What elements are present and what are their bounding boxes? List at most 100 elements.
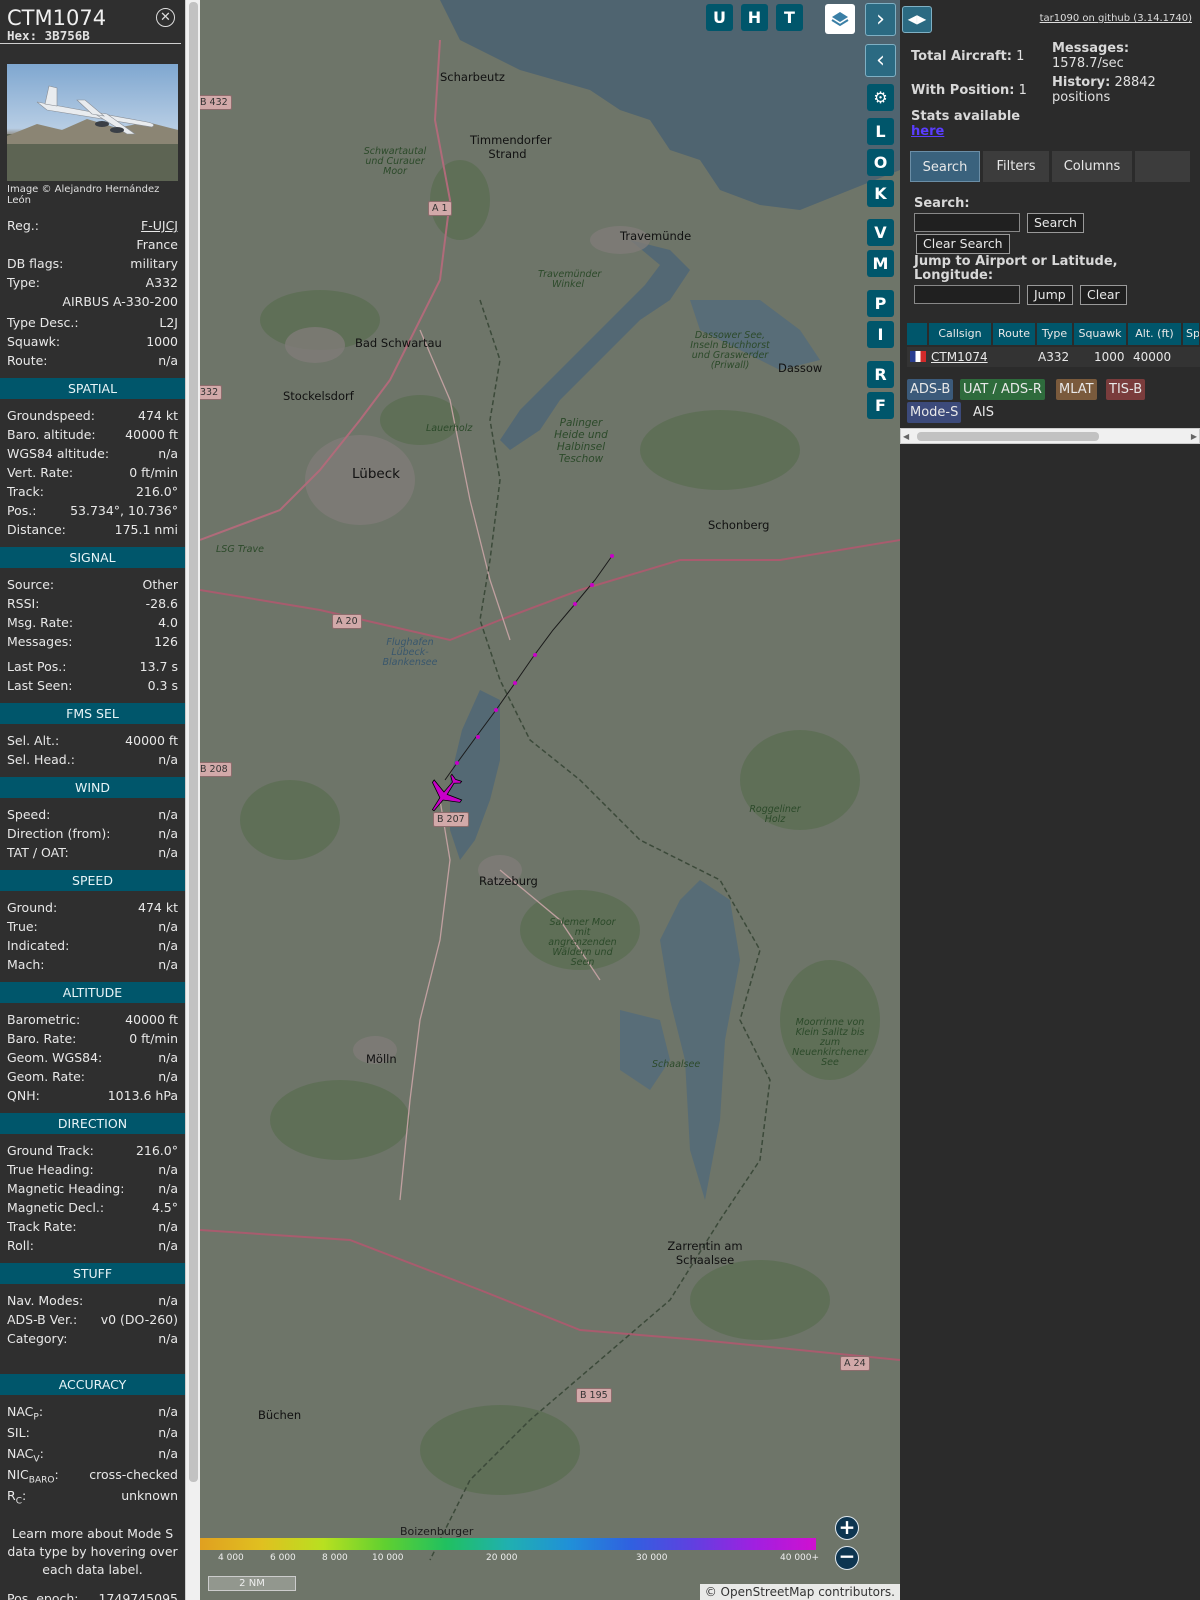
detail-row-value: n/a xyxy=(158,1050,178,1065)
map-view[interactable]: Scharbeutz Timmendorfer Strand Travemünd… xyxy=(200,0,900,1600)
detail-row-spatial: Track: 216.0° xyxy=(0,482,185,501)
detail-row-value: n/a xyxy=(158,1425,178,1440)
detail-row-altitude: Barometric: 40000 ft xyxy=(0,1010,185,1029)
left-panel-scrollbar[interactable] xyxy=(185,0,200,1600)
detail-row-value: unknown xyxy=(121,1488,178,1503)
search-input[interactable] xyxy=(914,213,1020,232)
tab-empty-space xyxy=(1135,151,1190,182)
aircraft-marker-icon[interactable] xyxy=(425,772,465,816)
toggle-P-button[interactable]: P xyxy=(867,290,894,317)
scale-tick-label: 10 000 xyxy=(372,1553,404,1563)
altitude-color-scale xyxy=(200,1538,816,1550)
toggle-T-button[interactable]: T xyxy=(776,4,803,31)
table-header-speed[interactable]: Spd xyxy=(1183,323,1200,345)
toggle-K-button[interactable]: K xyxy=(867,180,894,207)
toggle-F-button[interactable]: F xyxy=(867,392,894,419)
github-link[interactable]: tar1090 on github (3.14.1740) xyxy=(1040,13,1192,24)
detail-row-speed: Ground: 474 kt xyxy=(0,898,185,917)
detail-row-label: Last Seen: xyxy=(7,678,73,693)
tab-search[interactable]: Search xyxy=(910,151,980,182)
detail-row-signal: Last Pos.: 13.7 s xyxy=(0,657,185,676)
reg-link[interactable]: F-UJCJ xyxy=(141,216,178,235)
flag-france-icon xyxy=(910,351,926,362)
zoom-out-icon[interactable]: − xyxy=(835,1546,859,1570)
section-header-signal: SIGNAL xyxy=(0,547,185,568)
settings-gear-icon[interactable]: ⚙ xyxy=(867,84,894,111)
clear-search-button[interactable]: Clear Search xyxy=(916,234,1010,254)
search-button[interactable]: Search xyxy=(1027,213,1084,233)
detail-row-value: n/a xyxy=(158,1331,178,1346)
detail-row-label: QNH: xyxy=(7,1088,40,1103)
detail-row-value: 474 kt xyxy=(138,408,178,423)
row-callsign-link[interactable]: CTM1074 xyxy=(931,347,988,367)
toggle-U-button[interactable]: U xyxy=(706,4,733,31)
detail-row-altitude: Geom. Rate: n/a xyxy=(0,1067,185,1086)
detail-row-label: Last Pos.: xyxy=(7,659,67,674)
table-header-type[interactable]: Type xyxy=(1037,323,1073,345)
aircraft-list-panel: ◀▶ tar1090 on github (3.14.1740) Total A… xyxy=(900,0,1200,1600)
table-header-route[interactable]: Route xyxy=(993,323,1036,345)
scale-bar: 2 NM xyxy=(208,1576,296,1591)
next-aircraft-button[interactable]: › xyxy=(865,3,896,36)
detail-row-label: Indicated: xyxy=(7,938,70,953)
town-label: Bad Schwartau xyxy=(355,336,442,350)
detail-row-value: n/a xyxy=(158,1162,178,1177)
zoom-in-icon[interactable]: + xyxy=(835,1516,859,1540)
section-header-wind: WIND xyxy=(0,777,185,798)
table-horizontal-scrollbar[interactable]: ◀ ▶ xyxy=(900,428,1200,444)
jump-input[interactable] xyxy=(914,285,1020,304)
collapse-toggle-icon[interactable]: ◀▶ xyxy=(902,6,932,33)
detail-row-label: Mach: xyxy=(7,957,45,972)
table-header-callsign[interactable]: Callsign xyxy=(929,323,992,345)
toggle-M-button[interactable]: M xyxy=(867,250,894,277)
detail-row-accuracy: NICBARO: cross-checked xyxy=(0,1465,185,1486)
detail-row-value: 0 ft/min xyxy=(129,465,178,480)
detail-row-value: n/a xyxy=(158,826,178,841)
type-full-row: AIRBUS A-330-200 xyxy=(62,294,178,309)
toggle-O-button[interactable]: O xyxy=(867,149,894,176)
with-position-stat: With Position: 1 xyxy=(911,83,1027,98)
detail-row-value: 4.5° xyxy=(151,1200,178,1215)
aircraft-photo[interactable] xyxy=(7,64,178,181)
road-label: B 195 xyxy=(576,1388,612,1403)
detail-row-value: 0.3 s xyxy=(147,678,178,693)
detail-row-value: 13.7 s xyxy=(139,659,178,674)
detail-row-value: n/a xyxy=(158,1181,178,1196)
detail-row-spatial: Vert. Rate: 0 ft/min xyxy=(0,463,185,482)
layers-icon[interactable] xyxy=(825,4,855,34)
detail-row-value: 175.1 nmi xyxy=(114,522,178,537)
detail-row-direction: Magnetic Decl.: 4.5° xyxy=(0,1198,185,1217)
close-icon[interactable]: ✕ xyxy=(156,8,175,27)
toggle-L-button[interactable]: L xyxy=(867,118,894,145)
toggle-R-button[interactable]: R xyxy=(867,361,894,388)
detail-row-value: 53.734°, 10.736° xyxy=(70,503,178,518)
detail-row-label: NACP: xyxy=(7,1404,44,1423)
town-label: Boizenburger xyxy=(400,1525,474,1538)
tab-columns[interactable]: Columns xyxy=(1052,151,1132,182)
squawk-row: Squawk: 1000 xyxy=(7,334,178,349)
detail-row-label: Groundspeed: xyxy=(7,408,95,423)
detail-row-label: Msg. Rate: xyxy=(7,615,74,630)
table-header-squawk[interactable]: Squawk xyxy=(1074,323,1127,345)
detail-row-value: 40000 ft xyxy=(125,427,178,442)
town-label: Mölln xyxy=(366,1052,397,1066)
prev-aircraft-button[interactable]: ‹ xyxy=(865,44,896,77)
detail-row-accuracy: NACP: n/a xyxy=(0,1402,185,1423)
detail-row-value: 216.0° xyxy=(135,1143,178,1158)
road-label: B 208 xyxy=(200,762,232,777)
stats-link[interactable]: here xyxy=(911,124,944,139)
table-header-altitude[interactable]: Alt. (ft) xyxy=(1128,323,1182,345)
detail-row-label: Speed: xyxy=(7,807,51,822)
detail-row-altitude: Baro. Rate: 0 ft/min xyxy=(0,1029,185,1048)
area-label: Travemünder Winkel xyxy=(538,269,602,290)
clear-button[interactable]: Clear xyxy=(1080,285,1127,305)
toggle-V-button[interactable]: V xyxy=(867,219,894,246)
toggle-I-button[interactable]: I xyxy=(867,321,894,348)
tab-filters[interactable]: Filters xyxy=(983,151,1049,182)
toggle-H-button[interactable]: H xyxy=(741,4,768,31)
jump-button[interactable]: Jump xyxy=(1027,285,1073,305)
area-label: Flughafen Lübeck-Blankensee xyxy=(382,637,438,668)
messages-stat: Messages: 1578.7/sec xyxy=(1052,41,1130,71)
detail-row-label: RSSI: xyxy=(7,596,40,611)
detail-row-accuracy: NACV: n/a xyxy=(0,1444,185,1465)
